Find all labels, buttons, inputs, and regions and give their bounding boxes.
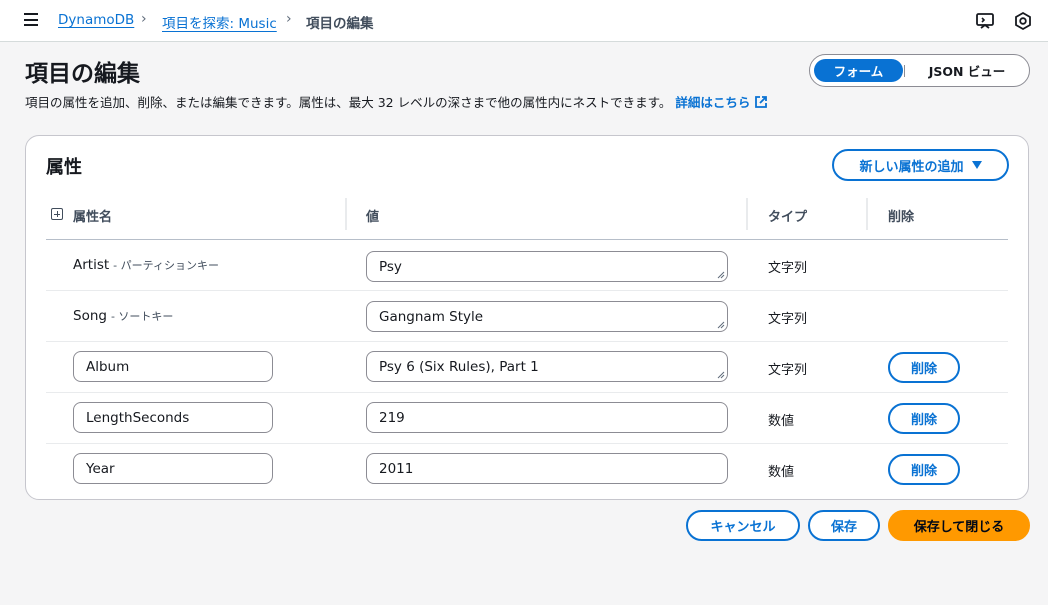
page-description: 項目の属性を追加、削除、または編集できます。属性は、最大 32 レベルの深さまで… <box>25 92 768 111</box>
value-text: Gangnam Style <box>379 308 484 325</box>
attribute-type: 文字列 <box>768 261 808 276</box>
resize-handle-icon[interactable] <box>717 321 725 329</box>
attribute-name-input[interactable]: LengthSeconds <box>73 402 273 433</box>
column-header-type: タイプ <box>768 210 808 225</box>
toggle-divider <box>904 65 905 77</box>
breadcrumb-current: 項目の編集 <box>306 16 374 32</box>
value-text: 2011 <box>379 460 414 477</box>
value-input[interactable]: Psy <box>366 251 728 282</box>
settings-icon[interactable] <box>1013 11 1033 31</box>
attributes-panel: 属性 新しい属性の追加 属性名 値 タイプ 削除 Artist - パーティション… <box>25 135 1029 500</box>
caret-down-icon <box>971 161 982 169</box>
form-view-toggle[interactable]: フォーム <box>814 59 903 82</box>
value-input[interactable]: 2011 <box>366 453 728 484</box>
attribute-name: Artist - パーティションキー <box>73 257 219 273</box>
attribute-name-input[interactable]: Album <box>73 351 273 382</box>
chevron-right-icon: › <box>141 11 147 27</box>
top-navigation: DynamoDB › 項目を探索: Music › 項目の編集 <box>0 0 1048 42</box>
table-row: Artist - パーティションキー Psy 文字列 <box>46 239 1008 290</box>
column-header-value: 値 <box>366 210 380 225</box>
attribute-name-input[interactable]: Year <box>73 453 273 484</box>
page-title: 項目の編集 <box>25 61 140 87</box>
attribute-type: 数値 <box>768 414 795 429</box>
attribute-type: 数値 <box>768 465 795 480</box>
attribute-name-text: Artist <box>73 257 110 273</box>
expand-icon[interactable] <box>51 208 63 220</box>
attribute-type: 文字列 <box>768 363 808 378</box>
save-and-close-button[interactable]: 保存して閉じる <box>888 510 1030 541</box>
feedback-icon[interactable] <box>975 11 995 31</box>
attribute-type: 文字列 <box>768 312 808 327</box>
table-row: Album Psy 6 (Six Rules), Part 1 文字列 削除 <box>46 341 1008 392</box>
delete-button[interactable]: 削除 <box>888 403 960 434</box>
attributes-title: 属性 <box>46 157 82 178</box>
value-text: Psy <box>379 258 402 275</box>
attribute-name: Song - ソートキー <box>73 308 173 324</box>
resize-handle-icon[interactable] <box>717 371 725 379</box>
save-button[interactable]: 保存 <box>808 510 880 541</box>
attribute-name-text: Song <box>73 308 107 324</box>
resize-handle-icon[interactable] <box>717 271 725 279</box>
value-input[interactable]: Gangnam Style <box>366 301 728 332</box>
table-row: Year 2011 数値 削除 <box>46 443 1008 494</box>
column-divider <box>345 198 347 230</box>
breadcrumb-explore-items[interactable]: 項目を探索: Music <box>162 12 277 32</box>
breadcrumb-dynamodb[interactable]: DynamoDB <box>58 12 134 28</box>
value-text: Psy 6 (Six Rules), Part 1 <box>379 358 539 375</box>
view-toggle: フォーム JSON ビュー <box>809 54 1030 87</box>
description-text: 項目の属性を追加、削除、または編集できます。属性は、最大 32 レベルの深さまで… <box>25 95 672 110</box>
external-link-icon <box>755 96 768 108</box>
attribute-name-text: Album <box>86 358 130 375</box>
attribute-name-text: Year <box>86 460 115 477</box>
value-input[interactable]: Psy 6 (Six Rules), Part 1 <box>366 351 728 382</box>
delete-button[interactable]: 削除 <box>888 352 960 383</box>
column-divider <box>866 198 868 230</box>
delete-button[interactable]: 削除 <box>888 454 960 485</box>
table-row: LengthSeconds 219 数値 削除 <box>46 392 1008 443</box>
key-type-label: - パーティションキー <box>113 259 219 272</box>
cancel-button[interactable]: キャンセル <box>686 510 800 541</box>
column-divider <box>746 198 748 230</box>
attribute-name-text: LengthSeconds <box>86 409 190 426</box>
column-header-name: 属性名 <box>73 210 113 225</box>
column-header-delete: 削除 <box>888 210 915 225</box>
key-type-label: - ソートキー <box>110 310 174 323</box>
json-view-toggle[interactable]: JSON ビュー <box>910 59 1024 82</box>
value-input[interactable]: 219 <box>366 402 728 433</box>
add-attribute-button[interactable]: 新しい属性の追加 <box>832 149 1009 181</box>
table-row: Song - ソートキー Gangnam Style 文字列 <box>46 290 1008 341</box>
learn-more-link[interactable]: 詳細はこちら <box>675 95 768 110</box>
value-text: 219 <box>379 409 405 426</box>
menu-icon[interactable] <box>24 13 38 27</box>
chevron-right-icon: › <box>286 11 292 27</box>
add-attribute-label: 新しい属性の追加 <box>859 159 964 175</box>
learn-more-label[interactable]: 詳細はこちら <box>675 95 750 110</box>
